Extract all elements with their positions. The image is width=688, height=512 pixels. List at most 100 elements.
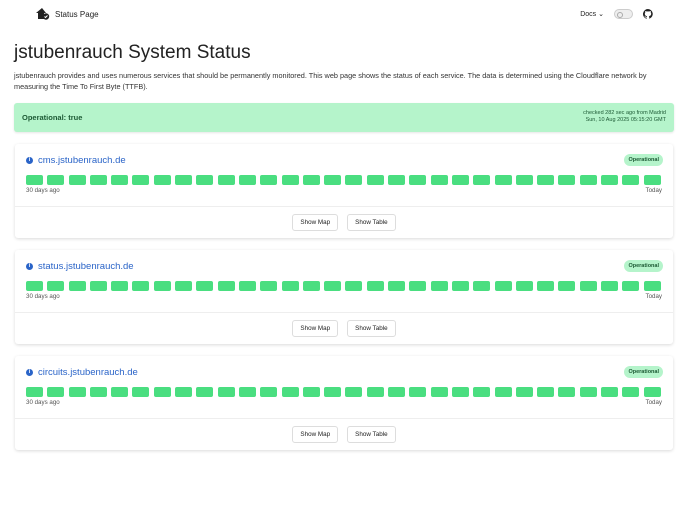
day-status-bar[interactable] <box>451 281 469 291</box>
service-link[interactable]: i circuits.jstubenrauch.de <box>26 367 138 378</box>
day-status-bar[interactable] <box>579 175 597 185</box>
brand-link[interactable]: Status Page <box>36 8 99 20</box>
day-status-bar[interactable] <box>643 175 661 185</box>
show-map-button[interactable]: Show Map <box>292 320 339 337</box>
day-status-bar[interactable] <box>409 175 427 185</box>
day-status-bar[interactable] <box>132 387 150 397</box>
day-status-bar[interactable] <box>111 175 129 185</box>
day-status-bar[interactable] <box>217 175 235 185</box>
day-status-bar[interactable] <box>451 175 469 185</box>
day-status-bar[interactable] <box>409 281 427 291</box>
day-status-bar[interactable] <box>388 281 406 291</box>
day-status-bar[interactable] <box>494 387 512 397</box>
day-status-bar[interactable] <box>515 387 533 397</box>
theme-toggle[interactable] <box>614 9 633 19</box>
day-status-bar[interactable] <box>388 387 406 397</box>
day-status-bar[interactable] <box>302 175 320 185</box>
day-status-bar[interactable] <box>409 387 427 397</box>
day-status-bar[interactable] <box>260 387 278 397</box>
day-status-bar[interactable] <box>430 387 448 397</box>
info-icon[interactable]: i <box>26 263 33 270</box>
day-status-bar[interactable] <box>47 175 65 185</box>
day-status-bar[interactable] <box>238 387 256 397</box>
day-status-bar[interactable] <box>260 281 278 291</box>
day-status-bar[interactable] <box>366 281 384 291</box>
day-status-bar[interactable] <box>643 281 661 291</box>
day-status-bar[interactable] <box>238 175 256 185</box>
day-status-bar[interactable] <box>68 175 86 185</box>
day-status-bar[interactable] <box>366 175 384 185</box>
day-status-bar[interactable] <box>494 175 512 185</box>
day-status-bar[interactable] <box>537 175 555 185</box>
day-status-bar[interactable] <box>153 387 171 397</box>
day-status-bar[interactable] <box>579 281 597 291</box>
day-status-bar[interactable] <box>217 281 235 291</box>
day-status-bar[interactable] <box>68 281 86 291</box>
day-status-bar[interactable] <box>345 387 363 397</box>
day-status-bar[interactable] <box>537 281 555 291</box>
day-status-bar[interactable] <box>26 175 43 185</box>
day-status-bar[interactable] <box>260 175 278 185</box>
day-status-bar[interactable] <box>302 387 320 397</box>
service-link[interactable]: i status.jstubenrauch.de <box>26 261 134 272</box>
day-status-bar[interactable] <box>430 281 448 291</box>
day-status-bar[interactable] <box>473 387 491 397</box>
day-status-bar[interactable] <box>111 281 129 291</box>
day-status-bar[interactable] <box>515 281 533 291</box>
day-status-bar[interactable] <box>89 281 107 291</box>
day-status-bar[interactable] <box>132 281 150 291</box>
service-link[interactable]: i cms.jstubenrauch.de <box>26 155 126 166</box>
day-status-bar[interactable] <box>473 281 491 291</box>
day-status-bar[interactable] <box>430 175 448 185</box>
day-status-bar[interactable] <box>175 387 193 397</box>
show-map-button[interactable]: Show Map <box>292 214 339 231</box>
day-status-bar[interactable] <box>324 175 342 185</box>
day-status-bar[interactable] <box>558 281 576 291</box>
show-table-button[interactable]: Show Table <box>347 320 396 337</box>
info-icon[interactable]: i <box>26 369 33 376</box>
day-status-bar[interactable] <box>643 387 661 397</box>
day-status-bar[interactable] <box>324 387 342 397</box>
day-status-bar[interactable] <box>153 281 171 291</box>
day-status-bar[interactable] <box>47 387 65 397</box>
day-status-bar[interactable] <box>89 175 107 185</box>
show-table-button[interactable]: Show Table <box>347 214 396 231</box>
day-status-bar[interactable] <box>558 175 576 185</box>
day-status-bar[interactable] <box>515 175 533 185</box>
day-status-bar[interactable] <box>26 387 43 397</box>
day-status-bar[interactable] <box>473 175 491 185</box>
day-status-bar[interactable] <box>345 281 363 291</box>
day-status-bar[interactable] <box>238 281 256 291</box>
day-status-bar[interactable] <box>601 175 619 185</box>
day-status-bar[interactable] <box>132 175 150 185</box>
day-status-bar[interactable] <box>281 281 299 291</box>
day-status-bar[interactable] <box>622 281 640 291</box>
day-status-bar[interactable] <box>89 387 107 397</box>
day-status-bar[interactable] <box>196 387 214 397</box>
day-status-bar[interactable] <box>111 387 129 397</box>
day-status-bar[interactable] <box>196 175 214 185</box>
day-status-bar[interactable] <box>324 281 342 291</box>
github-icon[interactable] <box>643 9 653 19</box>
day-status-bar[interactable] <box>175 281 193 291</box>
day-status-bar[interactable] <box>47 281 65 291</box>
day-status-bar[interactable] <box>281 387 299 397</box>
day-status-bar[interactable] <box>217 387 235 397</box>
day-status-bar[interactable] <box>601 281 619 291</box>
day-status-bar[interactable] <box>622 175 640 185</box>
day-status-bar[interactable] <box>579 387 597 397</box>
day-status-bar[interactable] <box>494 281 512 291</box>
day-status-bar[interactable] <box>388 175 406 185</box>
day-status-bar[interactable] <box>345 175 363 185</box>
show-table-button[interactable]: Show Table <box>347 426 396 443</box>
day-status-bar[interactable] <box>601 387 619 397</box>
info-icon[interactable]: i <box>26 157 33 164</box>
day-status-bar[interactable] <box>451 387 469 397</box>
day-status-bar[interactable] <box>302 281 320 291</box>
day-status-bar[interactable] <box>622 387 640 397</box>
docs-dropdown[interactable]: Docs ⌄ <box>580 10 604 18</box>
day-status-bar[interactable] <box>68 387 86 397</box>
day-status-bar[interactable] <box>537 387 555 397</box>
day-status-bar[interactable] <box>366 387 384 397</box>
day-status-bar[interactable] <box>196 281 214 291</box>
